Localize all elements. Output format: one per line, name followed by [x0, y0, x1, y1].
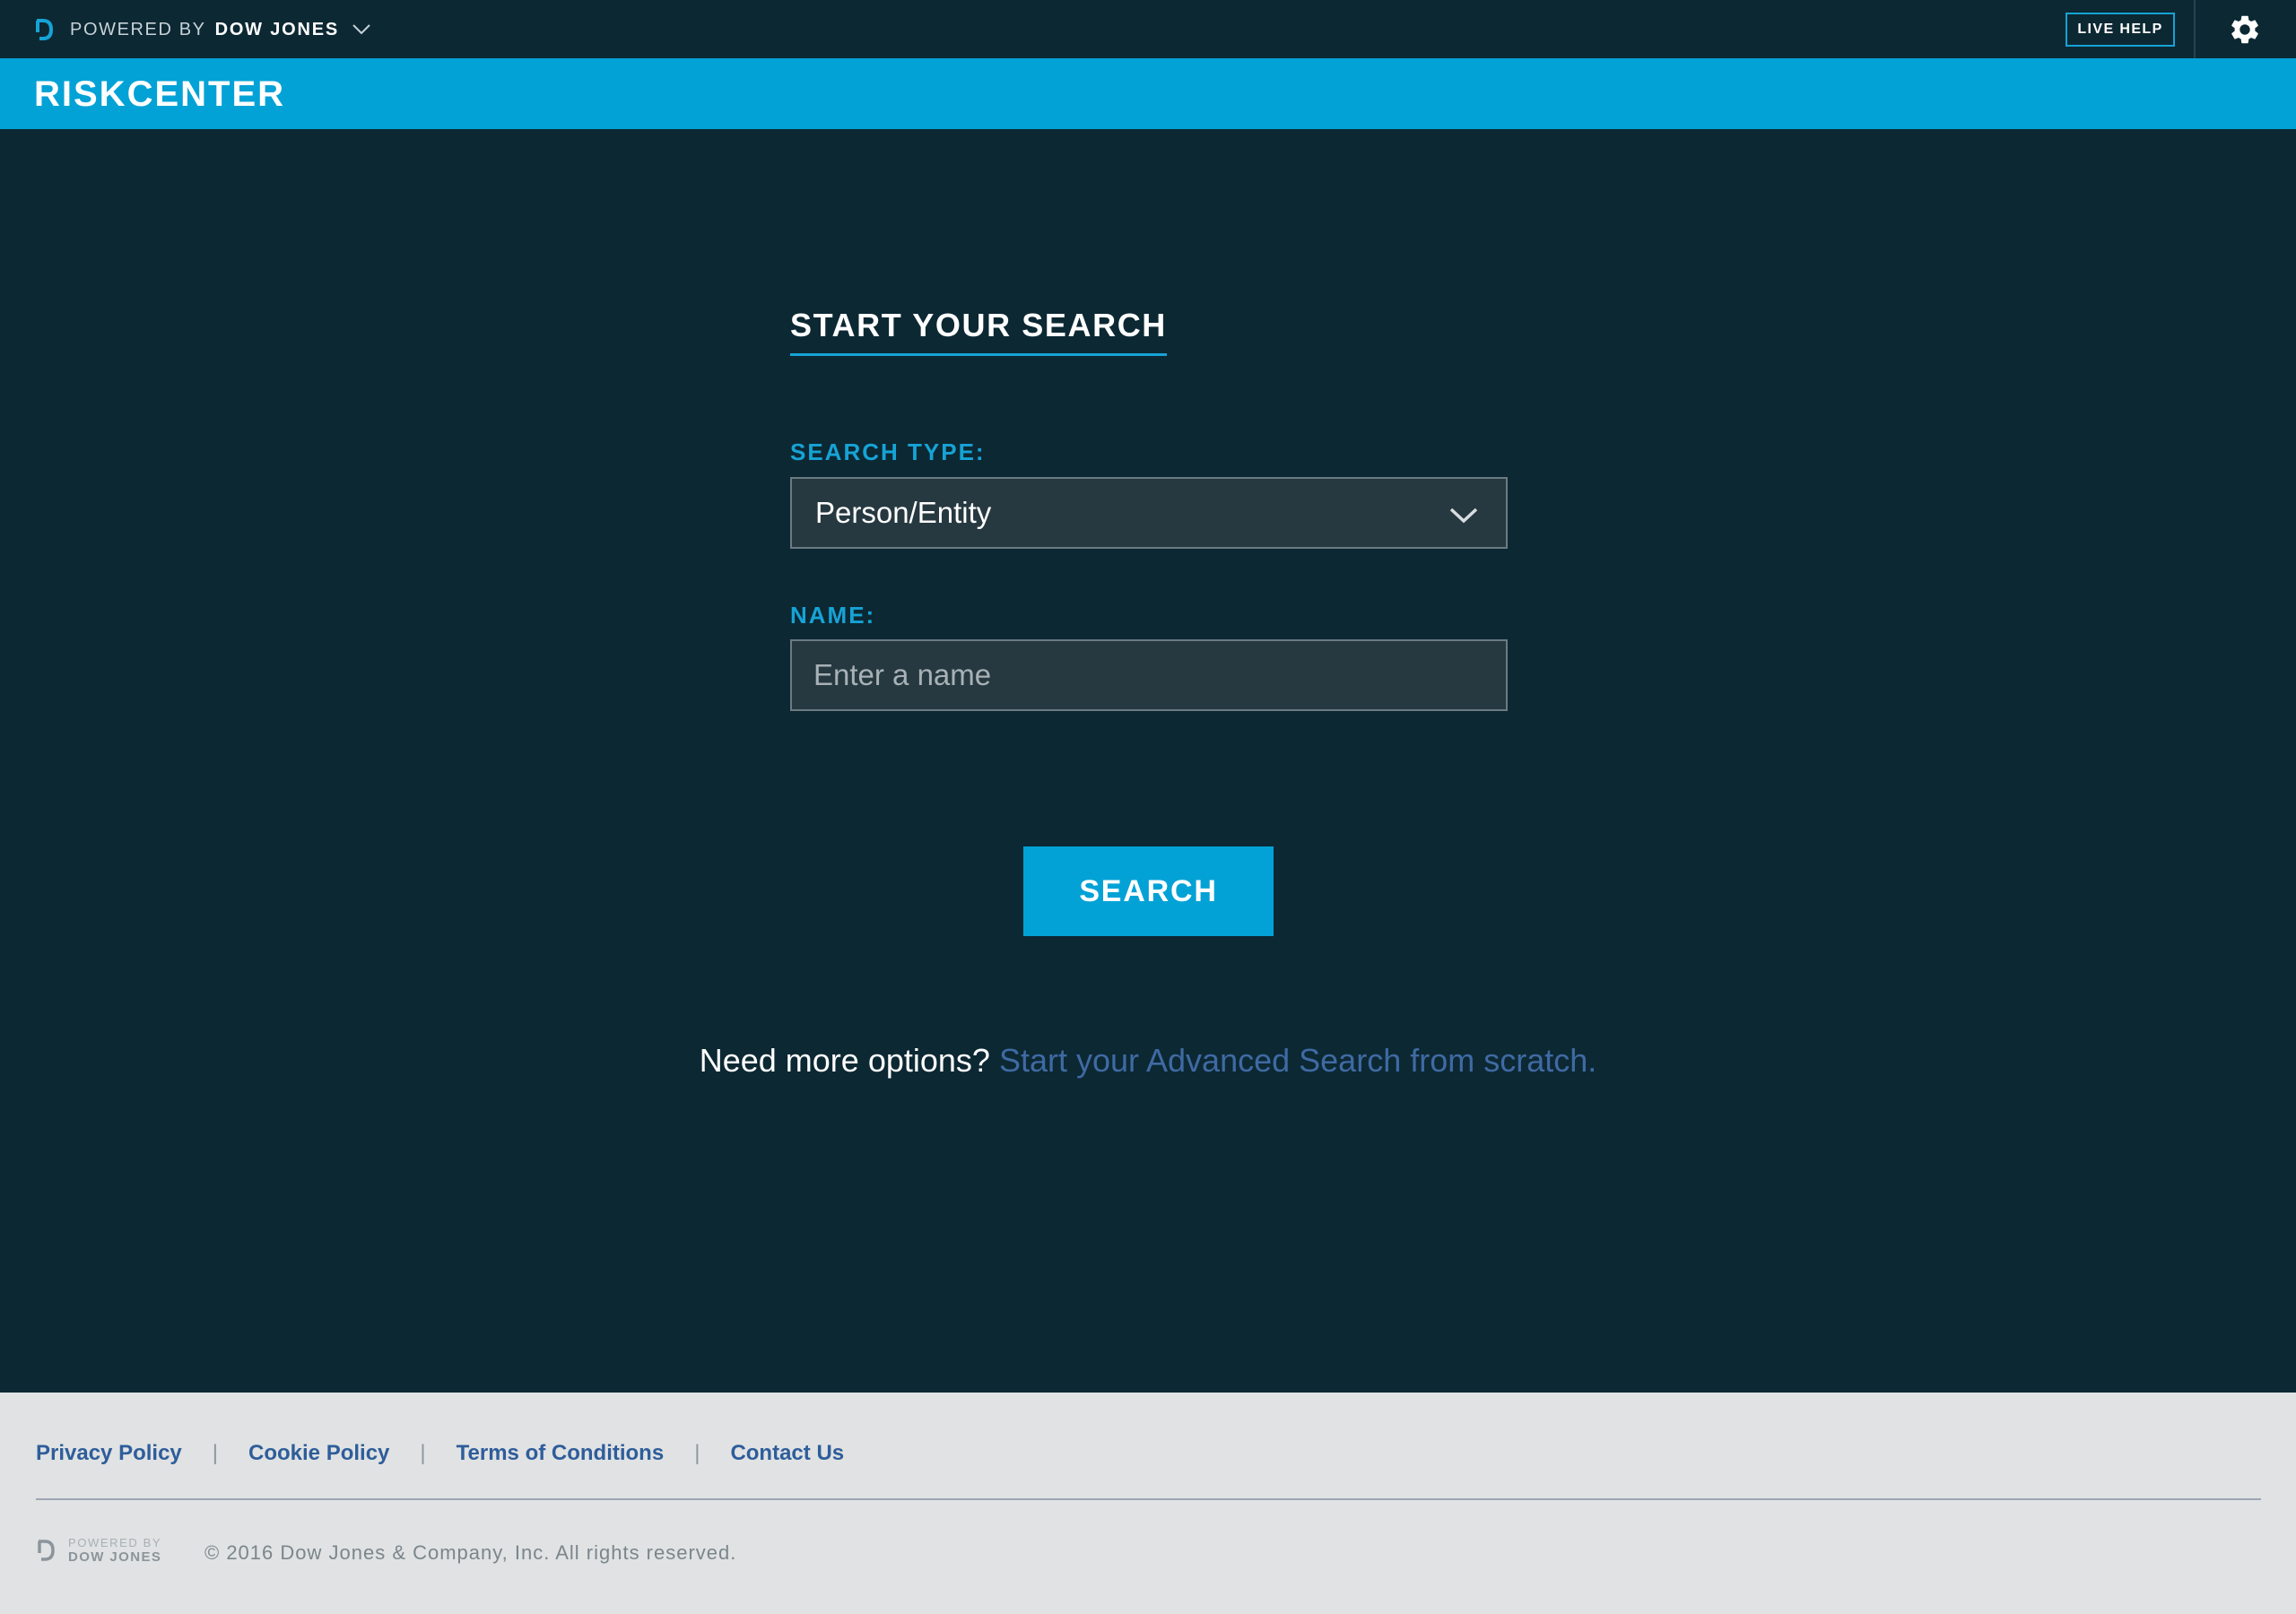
brand-menu[interactable]: POWERED BY DOW JONES: [34, 16, 371, 43]
contact-us-link[interactable]: Contact Us: [730, 1441, 844, 1466]
search-heading: START YOUR SEARCH: [790, 305, 1167, 356]
advanced-search-link[interactable]: Start your Advanced Search from scratch.: [999, 1042, 1596, 1079]
footer-separator: |: [420, 1441, 426, 1465]
company-name: DOW JONES: [214, 19, 340, 39]
name-input[interactable]: [790, 639, 1508, 711]
privacy-policy-link[interactable]: Privacy Policy: [36, 1441, 182, 1466]
search-button[interactable]: SEARCH: [1023, 846, 1274, 936]
footer-logo-text: POWERED BY DOW JONES: [68, 1536, 161, 1565]
search-form: START YOUR SEARCH SEARCH TYPE: Person/En…: [790, 305, 1508, 711]
terms-of-conditions-link[interactable]: Terms of Conditions: [457, 1441, 665, 1466]
chevron-down-icon: [1449, 508, 1478, 524]
app-title: RISKCENTER: [34, 74, 286, 114]
footer: Privacy Policy | Cookie Policy | Terms o…: [0, 1393, 2296, 1614]
gear-icon[interactable]: [2228, 13, 2262, 47]
dow-jones-logo-icon: [38, 1540, 55, 1561]
name-label: NAME:: [790, 602, 876, 629]
top-bar: POWERED BY DOW JONES LIVE HELP: [0, 0, 2296, 58]
top-divider: [2194, 0, 2196, 58]
cookie-policy-link[interactable]: Cookie Policy: [248, 1441, 389, 1466]
chevron-down-icon[interactable]: [352, 23, 371, 36]
footer-separator: |: [212, 1441, 219, 1465]
footer-links: Privacy Policy | Cookie Policy | Terms o…: [36, 1441, 844, 1466]
search-type-value: Person/Entity: [815, 496, 992, 529]
app-bar: RISKCENTER: [0, 58, 2296, 129]
search-type-label: SEARCH TYPE:: [790, 438, 986, 465]
footer-divider: [36, 1498, 2261, 1500]
powered-by-text: POWERED BY: [70, 19, 206, 39]
dow-jones-logo-icon: [36, 19, 54, 40]
footer-powered-by: POWERED BY: [68, 1536, 162, 1549]
copyright-text: © 2016 Dow Jones & Company, Inc. All rig…: [204, 1541, 737, 1564]
advanced-search-prompt: Need more options? Start your Advanced S…: [0, 1038, 2296, 1083]
more-options-text: Need more options?: [699, 1042, 990, 1079]
live-help-button[interactable]: LIVE HELP: [2066, 13, 2175, 47]
footer-company: DOW JONES: [68, 1549, 162, 1565]
search-type-select[interactable]: Person/Entity: [790, 477, 1508, 549]
footer-logo: POWERED BY DOW JONES: [36, 1536, 161, 1565]
footer-separator: |: [694, 1441, 700, 1465]
